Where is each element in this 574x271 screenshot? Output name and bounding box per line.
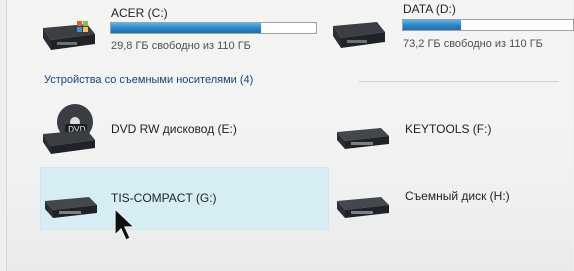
drive-h-removable[interactable]: Съемный диск (H:)	[329, 175, 569, 225]
hard-drive-windows-icon	[43, 21, 95, 50]
capacity-bar	[110, 22, 317, 34]
explorer-content-area: ACER (C:) 29,8 ГБ свободно из 110 ГБ DAT…	[6, 0, 574, 271]
drive-label: DATA (D:)	[403, 2, 456, 16]
free-space-text: 73,2 ГБ свободно из 110 ГБ	[403, 38, 543, 50]
drive-label: KEYTOOLS (F:)	[405, 122, 492, 136]
drive-g-removable[interactable]: TIS-COMPACT (G:)	[37, 175, 327, 225]
removable-drive-icon	[45, 197, 97, 218]
drive-label: Съемный диск (H:)	[405, 189, 510, 203]
removable-drive-icon	[337, 128, 389, 149]
mouse-cursor-icon	[114, 207, 136, 241]
drive-e-dvd[interactable]: DVD DVD RW дисковод (E:)	[37, 100, 327, 160]
hard-drive-icon	[333, 22, 385, 48]
capacity-bar-fill	[403, 20, 461, 30]
drive-label: ACER (C:)	[111, 6, 168, 20]
removable-drive-icon	[337, 197, 389, 218]
group-divider	[359, 81, 559, 82]
drive-f-removable[interactable]: KEYTOOLS (F:)	[329, 110, 569, 160]
drive-label: TIS-COMPACT (G:)	[111, 191, 217, 205]
drive-d[interactable]: DATA (D:) 73,2 ГБ свободно из 110 ГБ	[327, 0, 574, 62]
drive-label: DVD RW дисковод (E:)	[111, 122, 237, 136]
capacity-bar-fill	[111, 23, 261, 33]
free-space-text: 29,8 ГБ свободно из 110 ГБ	[111, 40, 251, 52]
capacity-bar	[402, 19, 574, 31]
dvd-drive-icon: DVD	[43, 104, 95, 154]
group-header-removable[interactable]: Устройства со съемными носителями (4)	[44, 74, 253, 86]
drive-c[interactable]: ACER (C:) 29,8 ГБ свободно из 110 ГБ	[37, 0, 327, 62]
